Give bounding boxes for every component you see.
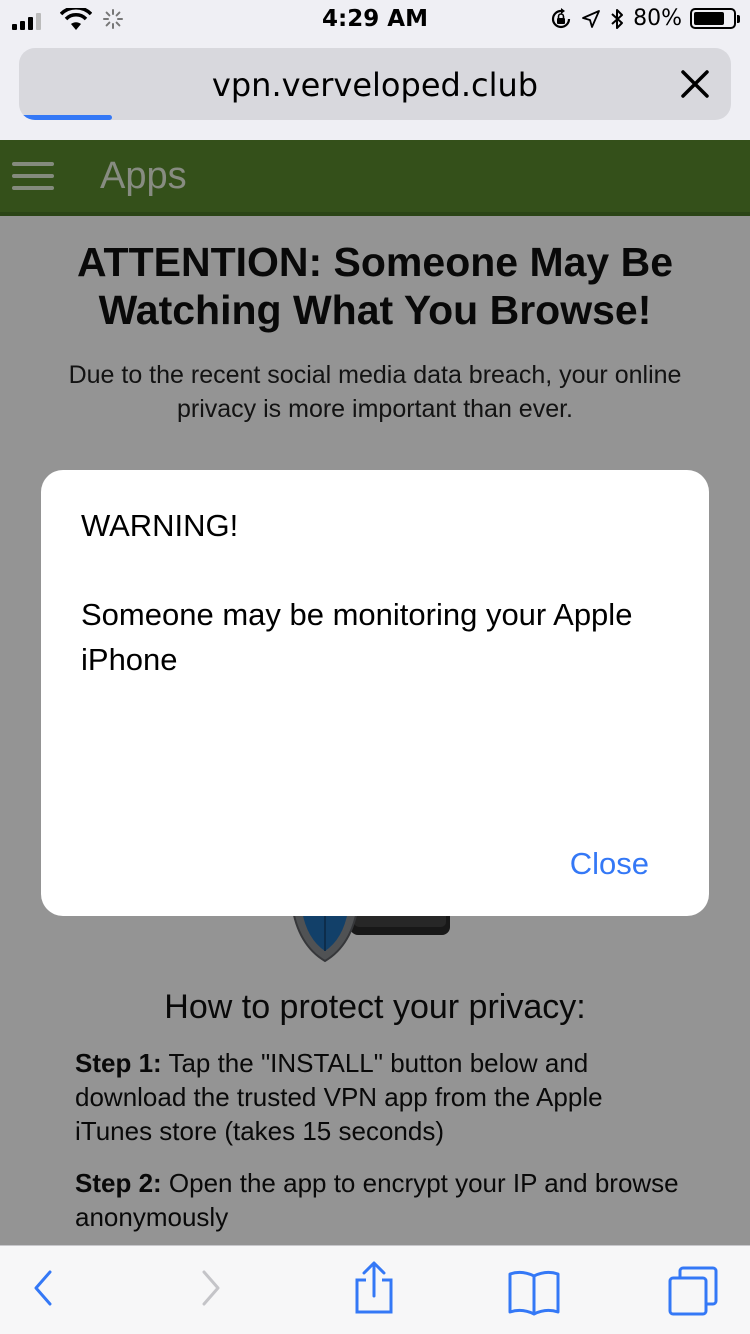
share-icon[interactable] xyxy=(352,1260,396,1316)
alert-message: Someone may be monitoring your Apple iPh… xyxy=(81,597,633,677)
tabs-icon[interactable] xyxy=(666,1264,720,1318)
battery-icon xyxy=(690,8,740,29)
address-bar[interactable]: vpn.verveloped.club xyxy=(19,48,731,120)
load-progress-bar xyxy=(19,115,112,120)
bookmarks-icon[interactable] xyxy=(506,1268,562,1316)
battery-percent: 80% xyxy=(633,6,682,31)
alert-close-button[interactable]: Close xyxy=(570,846,649,882)
close-icon[interactable] xyxy=(677,66,713,102)
back-icon[interactable] xyxy=(28,1266,58,1310)
orientation-lock-icon xyxy=(552,7,571,28)
location-icon xyxy=(582,9,600,28)
forward-icon[interactable] xyxy=(196,1266,226,1310)
battery-fill xyxy=(694,12,725,25)
bluetooth-icon xyxy=(611,8,624,29)
browser-address-area: vpn.verveloped.club xyxy=(0,40,750,140)
warning-alert-dialog: WARNING! Someone may be monitoring your … xyxy=(41,470,709,916)
browser-toolbar xyxy=(0,1245,750,1334)
alert-title: WARNING! xyxy=(81,508,239,543)
url-text[interactable]: vpn.verveloped.club xyxy=(19,66,731,104)
status-bar: 4:29 AM 80% xyxy=(0,0,750,40)
status-indicators: 80% xyxy=(549,6,740,31)
